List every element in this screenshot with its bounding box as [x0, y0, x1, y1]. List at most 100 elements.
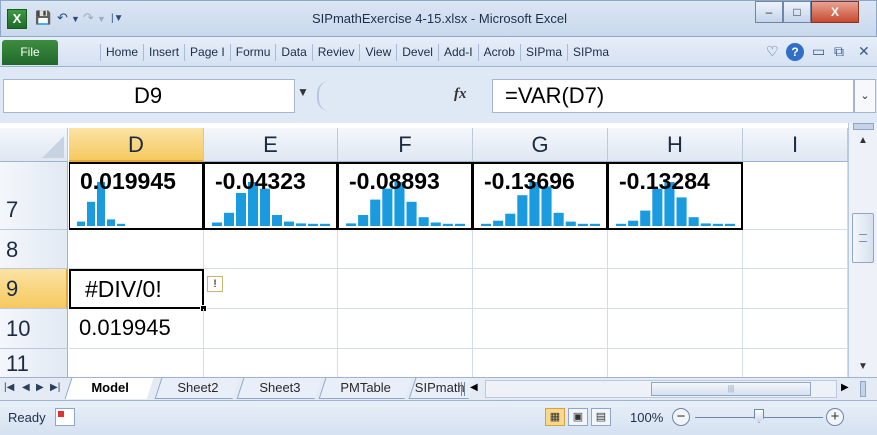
workbook-restore-icon[interactable]: ⧉	[834, 43, 844, 60]
row-header-7[interactable]: 7	[0, 162, 68, 230]
last-sheet-icon[interactable]: ▶|	[50, 382, 60, 393]
zoom-slider-thumb[interactable]	[754, 409, 764, 423]
zoom-in-icon[interactable]: +	[826, 408, 844, 426]
horizontal-split-box[interactable]	[860, 381, 866, 397]
vertical-scroll-thumb[interactable]	[852, 213, 874, 263]
cell-I9[interactable]	[743, 269, 848, 309]
select-all-corner[interactable]	[0, 128, 68, 162]
cell-D10[interactable]: 0.019945	[69, 309, 204, 349]
cell-E8[interactable]	[204, 230, 338, 269]
cell-F8[interactable]	[338, 230, 473, 269]
tab-data-4[interactable]: Data	[275, 44, 311, 61]
cell-F11[interactable]	[338, 349, 473, 377]
cell-G9[interactable]	[473, 269, 608, 309]
sparkline-bar	[117, 223, 125, 226]
cell-E11[interactable]	[204, 349, 338, 377]
tab-acrob-9[interactable]: Acrob	[477, 44, 520, 61]
cell-I7[interactable]	[743, 162, 848, 230]
cell-I10[interactable]	[743, 309, 848, 349]
sparkline-bar	[406, 201, 417, 226]
tab-add-i-8[interactable]: Add-I	[437, 44, 478, 61]
column-header-d[interactable]: D	[69, 128, 204, 162]
formula-input[interactable]: =VAR(D7)	[492, 79, 854, 113]
sheet-tab-sheet2[interactable]: Sheet2	[154, 378, 240, 399]
row-header-9[interactable]: 9	[0, 269, 68, 309]
cell-G8[interactable]	[473, 230, 608, 269]
tab-formu-3[interactable]: Formu	[229, 44, 276, 61]
normal-view-icon[interactable]: ▦	[545, 408, 565, 426]
cell-F7[interactable]: -0.08893	[338, 162, 473, 230]
cell-H9[interactable]	[608, 269, 743, 309]
page-layout-view-icon[interactable]: ▣	[568, 408, 588, 426]
cell-I11[interactable]	[743, 349, 848, 377]
help-icon[interactable]: ?	[786, 43, 804, 61]
cell-G7[interactable]: -0.13696	[473, 162, 608, 230]
cell-E9[interactable]	[204, 269, 338, 309]
row-header-8[interactable]: 8	[0, 230, 68, 269]
tab-home-0[interactable]: Home	[100, 44, 143, 61]
split-box[interactable]	[853, 123, 874, 130]
column-header-f[interactable]: F	[338, 128, 473, 162]
scroll-up-icon[interactable]: ▲	[852, 133, 874, 149]
cell-D9[interactable]: #DIV/0!	[69, 269, 204, 309]
column-header-g[interactable]: G	[473, 128, 608, 162]
row-header-11[interactable]: 11	[0, 349, 68, 377]
column-header-e[interactable]: E	[204, 128, 338, 162]
formula-bar-divider[interactable]	[317, 81, 333, 111]
scroll-right-icon[interactable]: ▶	[841, 382, 849, 393]
tab-sipma-10[interactable]: SIPma	[519, 44, 567, 61]
maximize-button[interactable]: □	[783, 1, 811, 23]
next-sheet-icon[interactable]: ▶	[36, 382, 44, 393]
sheet-tab-model[interactable]: Model	[64, 378, 154, 399]
zoom-level[interactable]: 100%	[630, 410, 663, 425]
column-header-h[interactable]: H	[608, 128, 743, 162]
cell-I8[interactable]	[743, 230, 848, 269]
cell-H7[interactable]: -0.13284	[608, 162, 743, 230]
insert-function-icon[interactable]: fx	[454, 86, 467, 103]
tab-devel-7[interactable]: Devel	[396, 44, 438, 61]
minimize-button[interactable]: –	[755, 1, 783, 23]
cell-F9[interactable]	[338, 269, 473, 309]
workbook-minimize-icon[interactable]: ▭	[812, 43, 825, 60]
tab-file[interactable]: File	[2, 40, 58, 65]
cell-H8[interactable]	[608, 230, 743, 269]
cell-D11[interactable]	[69, 349, 204, 377]
cell-E7[interactable]: -0.04323	[204, 162, 338, 230]
tab-page-i-2[interactable]: Page I	[184, 44, 230, 61]
tab-reviev-5[interactable]: Reviev	[311, 44, 360, 61]
sheet-tab-sheet3[interactable]: Sheet3	[236, 378, 322, 399]
cell-D7[interactable]: 0.019945	[69, 162, 204, 230]
sheet-tab-sipmath-cha[interactable]: SIPmath Cha	[408, 378, 476, 414]
tab-split-handle[interactable]	[461, 382, 465, 396]
expand-formula-bar-icon[interactable]: ⌄	[854, 79, 876, 113]
column-header-i[interactable]: I	[743, 128, 848, 162]
cell-G10[interactable]	[473, 309, 608, 349]
cell-H10[interactable]	[608, 309, 743, 349]
close-button[interactable]: X	[811, 1, 859, 23]
sheet-tab-pmtable[interactable]: PMTable	[318, 378, 412, 399]
name-box[interactable]: D9	[3, 79, 295, 113]
ribbon-minimize-icon[interactable]: ♡	[766, 43, 779, 60]
cell-E10[interactable]	[204, 309, 338, 349]
cell-G11[interactable]	[473, 349, 608, 377]
workbook-close-icon[interactable]: ✕	[858, 43, 870, 60]
prev-sheet-icon[interactable]: ◀	[22, 382, 30, 393]
horizontal-scroll-thumb[interactable]: |||	[651, 382, 811, 396]
macro-recording-icon[interactable]	[55, 408, 75, 426]
scroll-down-icon[interactable]: ▼	[852, 359, 874, 375]
tab-insert-1[interactable]: Insert	[143, 44, 184, 61]
vertical-scrollbar[interactable]: ▲ ▼	[848, 123, 877, 377]
zoom-out-icon[interactable]: −	[672, 408, 690, 426]
cell-D8[interactable]	[69, 230, 204, 269]
status-ready: Ready	[8, 410, 46, 425]
cell-H11[interactable]	[608, 349, 743, 377]
scroll-left-icon[interactable]: ◀	[470, 382, 478, 393]
first-sheet-icon[interactable]: |◀	[4, 382, 14, 393]
tab-sipma-11[interactable]: SIPma	[567, 44, 614, 61]
horizontal-scrollbar[interactable]: |||	[485, 380, 837, 398]
tab-view-6[interactable]: View	[359, 44, 396, 61]
row-header-10[interactable]: 10	[0, 309, 68, 349]
page-break-view-icon[interactable]: ▤	[591, 408, 611, 426]
error-warning-icon[interactable]: !	[207, 276, 223, 292]
cell-F10[interactable]	[338, 309, 473, 349]
